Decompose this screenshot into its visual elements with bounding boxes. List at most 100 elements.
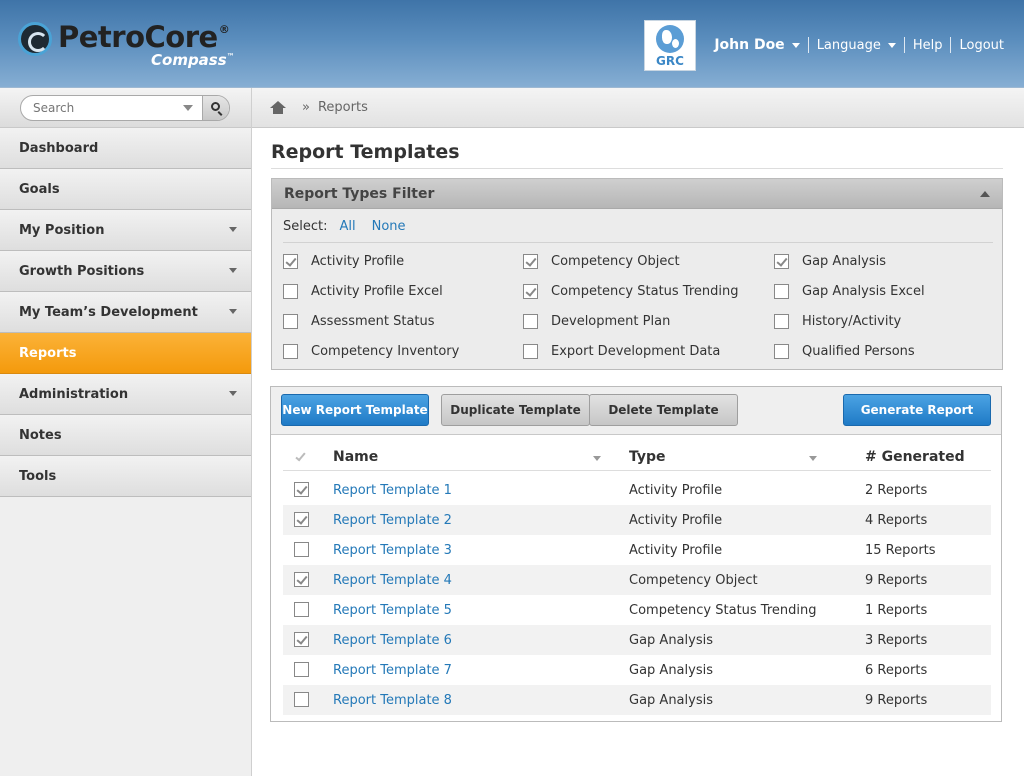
sidebar-item-reports[interactable]: Reports: [0, 333, 251, 374]
template-type: Gap Analysis: [629, 662, 713, 678]
sort-icon[interactable]: [809, 456, 817, 461]
filter-option[interactable]: Activity Profile Excel: [283, 282, 443, 300]
help-link[interactable]: Help: [913, 38, 943, 53]
filter-option-label: Activity Profile: [311, 253, 405, 269]
table-row[interactable]: Report Template 2 Activity Profile 4 Rep…: [283, 505, 991, 535]
template-name-link[interactable]: Report Template 1: [333, 483, 452, 498]
sidebar-item-tools[interactable]: Tools: [0, 456, 251, 497]
filter-option[interactable]: Qualified Persons: [774, 342, 915, 360]
checkbox[interactable]: [523, 313, 538, 329]
search-input[interactable]: [21, 96, 201, 120]
new-report-template-button[interactable]: New Report Template: [281, 394, 429, 426]
template-name-link[interactable]: Report Template 5: [333, 603, 452, 618]
breadcrumb-current: Reports: [317, 100, 368, 115]
collapse-icon[interactable]: [980, 191, 990, 197]
search-dropdown-icon[interactable]: [183, 105, 193, 111]
checkbox[interactable]: [283, 313, 298, 329]
checkbox[interactable]: [774, 283, 789, 299]
chevron-down-icon: [229, 391, 237, 396]
sidebar-item-growth-positions[interactable]: Growth Positions: [0, 251, 251, 292]
sidebar-item-notes[interactable]: Notes: [0, 415, 251, 456]
table-row[interactable]: Report Template 5 Competency Status Tren…: [283, 595, 991, 625]
divider: [903, 37, 905, 53]
home-icon[interactable]: [270, 100, 286, 115]
user-menu[interactable]: John Doe: [714, 37, 800, 53]
filter-option[interactable]: Development Plan: [523, 312, 670, 330]
table-row[interactable]: Report Template 3 Activity Profile 15 Re…: [283, 535, 991, 565]
row-checkbox[interactable]: [294, 482, 309, 497]
checkbox[interactable]: [523, 283, 538, 299]
filter-option[interactable]: Competency Inventory: [283, 342, 459, 360]
logo-mark-icon: [18, 22, 52, 56]
checkbox[interactable]: [774, 253, 789, 269]
sidebar-item-administration[interactable]: Administration: [0, 374, 251, 415]
template-name-link[interactable]: Report Template 4: [333, 573, 452, 588]
sidebar-item-label: My Position: [19, 222, 105, 238]
checkbox[interactable]: [283, 253, 298, 269]
checkbox[interactable]: [283, 343, 298, 359]
filter-option[interactable]: History/Activity: [774, 312, 901, 330]
search-button[interactable]: [202, 96, 229, 120]
table-row[interactable]: Report Template 8 Gap Analysis 9 Reports: [283, 685, 991, 715]
filter-option[interactable]: Activity Profile: [283, 252, 404, 270]
sidebar-item-my-position[interactable]: My Position: [0, 210, 251, 251]
template-name-link[interactable]: Report Template 3: [333, 543, 452, 558]
template-name-link[interactable]: Report Template 6: [333, 633, 452, 648]
petrocore-logo[interactable]: PetroCore® Compass™: [18, 20, 288, 72]
chevron-down-icon: [229, 227, 237, 232]
logout-link[interactable]: Logout: [959, 38, 1004, 53]
brand-sub: Compass: [151, 51, 227, 69]
select-all-link[interactable]: All: [339, 219, 355, 234]
sidebar-item-label: Growth Positions: [19, 263, 145, 279]
filter-option[interactable]: Gap Analysis: [774, 252, 886, 270]
search-bar: [0, 88, 251, 128]
filter-option[interactable]: Competency Object: [523, 252, 680, 270]
filter-option[interactable]: Competency Status Trending: [523, 282, 739, 300]
column-header-type[interactable]: Type: [629, 449, 666, 465]
checkbox[interactable]: [283, 283, 298, 299]
grc-label: GRC: [656, 54, 684, 68]
delete-template-button[interactable]: Delete Template: [589, 394, 738, 426]
table-row[interactable]: Report Template 6 Gap Analysis 3 Reports: [283, 625, 991, 655]
language-menu[interactable]: Language: [817, 38, 896, 53]
filter-option-label: Gap Analysis: [802, 253, 886, 269]
search-icon: [211, 102, 220, 111]
chevron-down-icon: [791, 42, 800, 48]
grc-badge[interactable]: GRC: [644, 20, 696, 71]
language-label: Language: [816, 37, 881, 53]
row-checkbox[interactable]: [294, 542, 309, 557]
select-all-check-icon[interactable]: [295, 450, 306, 462]
filter-title: Report Types Filter: [284, 185, 435, 202]
row-checkbox[interactable]: [294, 512, 309, 527]
filter-option[interactable]: Gap Analysis Excel: [774, 282, 925, 300]
sort-icon[interactable]: [593, 456, 601, 461]
sidebar-item-dashboard[interactable]: Dashboard: [0, 128, 251, 169]
generate-report-button[interactable]: Generate Report: [843, 394, 991, 426]
column-header-generated[interactable]: # Generated: [865, 449, 965, 465]
table-row[interactable]: Report Template 7 Gap Analysis 6 Reports: [283, 655, 991, 685]
checkbox[interactable]: [774, 343, 789, 359]
row-checkbox[interactable]: [294, 632, 309, 647]
user-name: John Doe: [714, 37, 785, 53]
row-checkbox[interactable]: [294, 692, 309, 707]
chevron-down-icon: [887, 42, 896, 48]
select-none-link[interactable]: None: [372, 219, 406, 234]
row-checkbox[interactable]: [294, 572, 309, 587]
template-name-link[interactable]: Report Template 8: [333, 693, 452, 708]
row-checkbox[interactable]: [294, 662, 309, 677]
row-checkbox[interactable]: [294, 602, 309, 617]
template-name-link[interactable]: Report Template 7: [333, 663, 452, 678]
filter-option[interactable]: Assessment Status: [283, 312, 435, 330]
table-row[interactable]: Report Template 4 Competency Object 9 Re…: [283, 565, 991, 595]
checkbox[interactable]: [523, 343, 538, 359]
column-header-name[interactable]: Name: [333, 449, 378, 465]
checkbox[interactable]: [523, 253, 538, 269]
filter-option[interactable]: Export Development Data: [523, 342, 720, 360]
sidebar-item-goals[interactable]: Goals: [0, 169, 251, 210]
filter-header[interactable]: Report Types Filter: [272, 179, 1002, 209]
duplicate-template-button[interactable]: Duplicate Template: [441, 394, 590, 426]
template-name-link[interactable]: Report Template 2: [333, 513, 452, 528]
sidebar-item-my-teams-development[interactable]: My Team’s Development: [0, 292, 251, 333]
checkbox[interactable]: [774, 313, 789, 329]
table-row[interactable]: Report Template 1 Activity Profile 2 Rep…: [283, 475, 991, 505]
